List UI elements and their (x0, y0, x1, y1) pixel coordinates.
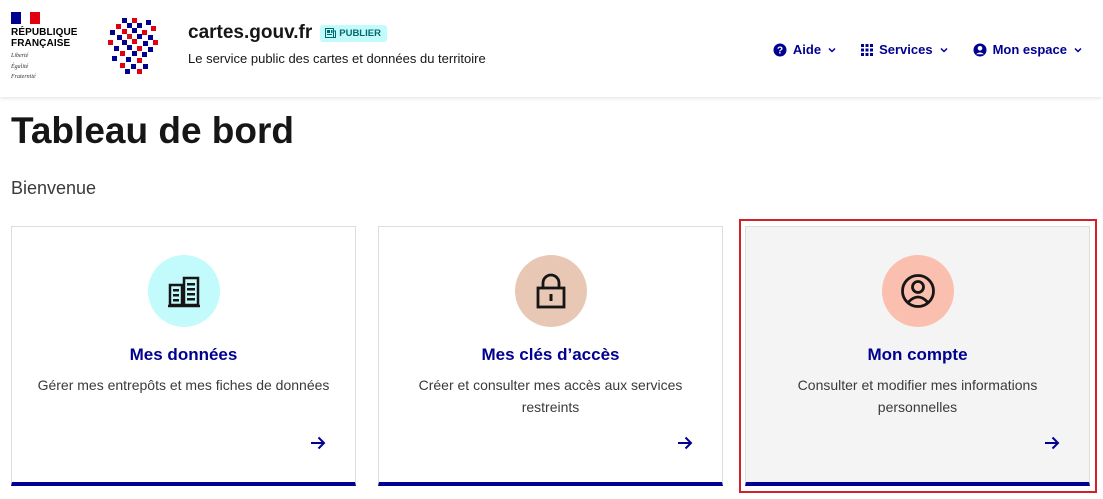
nav-mon-espace[interactable]: Mon espace (973, 42, 1083, 57)
card-title: Mes clés d’accès (481, 345, 620, 364)
user-circle-icon (900, 274, 935, 308)
nav-aide[interactable]: ? Aide (773, 42, 837, 57)
card-icon-circle (881, 255, 954, 327)
chevron-down-icon (1074, 47, 1082, 53)
card-icon-circle (514, 255, 587, 327)
card-title: Mes données (129, 345, 238, 364)
card-description: Créer et consulter mes accès aux service… (418, 377, 683, 415)
user-circle-icon (973, 43, 987, 56)
site-title: cartes.gouv.fr (188, 22, 313, 43)
site-tagline: Le service public des cartes et données … (188, 51, 486, 66)
motto-egalite: Égalité (11, 63, 29, 70)
card-title: Mon compte (867, 345, 968, 364)
building-data-icon (167, 276, 200, 308)
motto-liberte: Liberté (11, 53, 29, 59)
arrow-right-icon (678, 436, 693, 450)
arrow-right-icon (311, 436, 326, 450)
lock-icon (536, 273, 565, 309)
nav-mon-espace-label: Mon espace (992, 42, 1067, 57)
nav-aide-label: Aide (792, 42, 822, 57)
card-icon-circle (147, 255, 220, 327)
republique-francaise-logo[interactable]: RÉPUBLIQUE FRANÇAISE Liberté Égalité Fra… (11, 12, 91, 81)
grid-icon (861, 43, 874, 56)
card-description: Gérer mes entrepôts et mes fiches de don… (37, 377, 330, 393)
chevron-down-icon (940, 47, 948, 53)
motto-fraternite: Fraternité (11, 74, 36, 80)
newspaper-icon (325, 28, 337, 38)
french-flag-icon (11, 12, 41, 24)
arrow-right-icon (1045, 436, 1060, 450)
republic-name-line1: RÉPUBLIQUE (11, 27, 78, 38)
header-nav: ? Aide Services Mon espace (773, 42, 1083, 57)
card-mes-donnees[interactable]: Mes données Gérer mes entrepôts et mes f… (11, 226, 356, 486)
cartes-gouv-logo-icon[interactable] (108, 18, 158, 74)
card-mon-compte[interactable]: Mon compte Consulter et modifier mes inf… (745, 226, 1090, 486)
site-branding[interactable]: cartes.gouv.fr PUBLIER Le service public… (188, 22, 486, 66)
nav-services[interactable]: Services (861, 42, 949, 57)
site-header: RÉPUBLIQUE FRANÇAISE Liberté Égalité Fra… (0, 0, 1103, 97)
svg-text:?: ? (777, 45, 783, 56)
nav-services-label: Services (879, 42, 933, 57)
publier-badge: PUBLIER (320, 24, 387, 42)
badge-label: PUBLIER (339, 27, 381, 39)
page-title: Tableau de bord (11, 110, 295, 151)
welcome-text: Bienvenue (11, 178, 97, 198)
card-description: Consulter et modifier mes informations p… (797, 377, 1038, 415)
question-circle-icon: ? (773, 43, 787, 56)
chevron-down-icon (828, 47, 836, 53)
card-mes-cles-acces[interactable]: Mes clés d’accès Créer et consulter mes … (378, 226, 723, 486)
republic-name-line2: FRANÇAISE (11, 38, 71, 49)
